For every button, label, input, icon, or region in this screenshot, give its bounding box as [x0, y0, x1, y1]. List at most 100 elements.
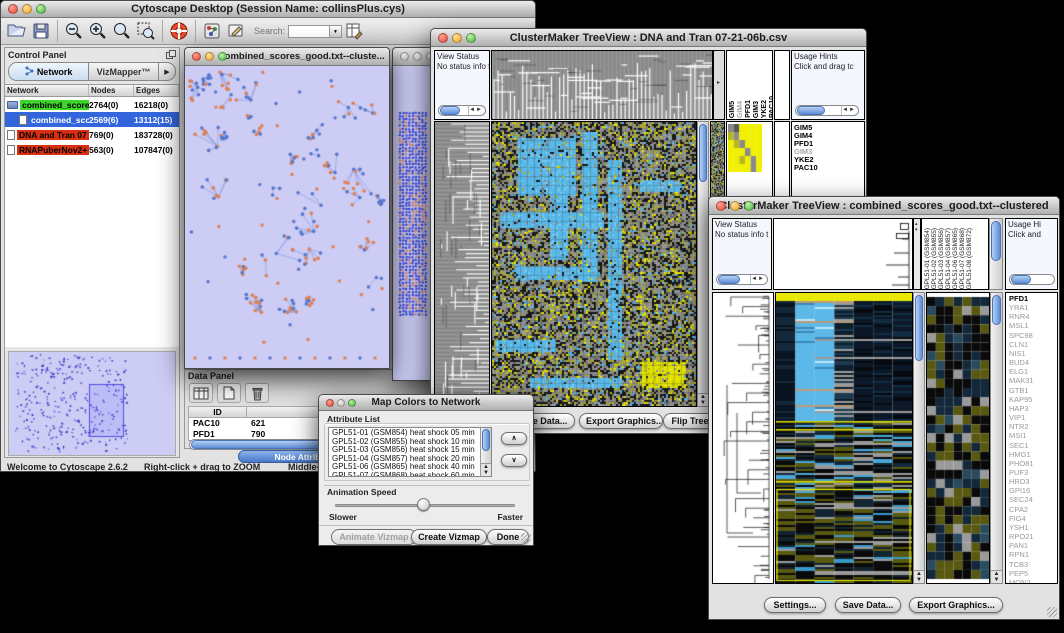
- tv2-tree-splitter[interactable]: ▴▾: [913, 218, 921, 290]
- gene-label[interactable]: HMG1: [1006, 450, 1057, 459]
- tv1-column-dendrogram[interactable]: [491, 50, 713, 120]
- scrollbar-arrows-icon[interactable]: ◄►: [841, 106, 858, 115]
- search-input[interactable]: [288, 25, 330, 38]
- gene-label[interactable]: PHO81: [1006, 459, 1057, 468]
- close-button[interactable]: [438, 33, 448, 43]
- zoom-fit-icon[interactable]: [110, 19, 134, 43]
- attribute-list-vscrollbar[interactable]: ▲▼: [480, 428, 491, 476]
- zoom-in-icon[interactable]: [86, 19, 110, 43]
- help-lifering-icon[interactable]: [167, 19, 191, 43]
- tv1-column-label[interactable]: YKE2: [761, 100, 768, 118]
- tv2-column-label[interactable]: GPL51-02 (GSM855): [931, 228, 938, 289]
- tv2-heatmap[interactable]: [775, 292, 913, 584]
- gene-label[interactable]: RPN1: [1006, 550, 1057, 559]
- network-canvas[interactable]: [185, 66, 389, 368]
- tv2-zoom-heatmap[interactable]: [926, 292, 990, 584]
- scrollbar-arrows-icon[interactable]: ▲▼: [481, 463, 491, 476]
- close-button[interactable]: [326, 399, 334, 407]
- open-folder-icon[interactable]: [5, 19, 29, 43]
- new-attribute-icon[interactable]: [217, 383, 241, 403]
- tv2-column-dendrogram[interactable]: [773, 218, 913, 290]
- scrollbar-arrows-icon[interactable]: ▲▼: [698, 393, 708, 406]
- delete-attribute-trash-icon[interactable]: [245, 383, 269, 403]
- annotation-icon[interactable]: [224, 19, 248, 43]
- dialog-titlebar[interactable]: Map Colors to Network: [319, 395, 533, 411]
- close-button[interactable]: [716, 201, 726, 211]
- close-button[interactable]: [8, 4, 18, 14]
- tv1-column-label[interactable]: PFD1: [745, 100, 752, 118]
- save-data-button[interactable]: Save Data...: [835, 597, 901, 613]
- network-tree-row[interactable]: combined_sco2569(6)13112(15): [5, 112, 179, 127]
- zoom-button[interactable]: [218, 52, 227, 61]
- minimize-button[interactable]: [337, 399, 345, 407]
- tv2-heatmap-vscrollbar[interactable]: ▲▼: [913, 292, 925, 584]
- network-overview-thumbnail[interactable]: [8, 351, 176, 456]
- tv2-zoom-vscrollbar[interactable]: ▲▼: [990, 292, 1003, 584]
- gene-label[interactable]: VIP1: [1006, 413, 1057, 422]
- gene-label[interactable]: NTR2: [1006, 422, 1057, 431]
- tab-overflow-button[interactable]: ▶: [159, 63, 175, 80]
- gene-label[interactable]: MAK31: [1006, 376, 1057, 385]
- minimize-button[interactable]: [730, 201, 740, 211]
- tab-vizmapper[interactable]: VizMapper™: [89, 63, 159, 80]
- tv2-hints-scrollbar[interactable]: [1009, 274, 1055, 285]
- tv2-column-label[interactable]: GPL51-04 (GSM857): [945, 228, 952, 289]
- move-down-button[interactable]: ∨: [501, 454, 527, 467]
- attribute-listbox[interactable]: GPL51-01 (GSM854) heat shock 05 minGPL51…: [328, 427, 492, 477]
- attribute-list-item[interactable]: GPL51-06 (GSM865) heat shock 40 min: [332, 463, 491, 472]
- gene-label[interactable]: RNR4: [1006, 312, 1057, 321]
- export-graphics-button[interactable]: Export Graphics...: [909, 597, 1003, 613]
- gene-label[interactable]: FIG4: [1006, 514, 1057, 523]
- zoom-button[interactable]: [36, 4, 46, 14]
- network-tree-row[interactable]: DNA and Tran 07769(0)183728(0): [5, 127, 179, 142]
- gene-label[interactable]: PUF3: [1006, 468, 1057, 477]
- main-titlebar[interactable]: Cytoscape Desktop (Session Name: collins…: [1, 1, 535, 18]
- gene-label[interactable]: BUD4: [1006, 358, 1057, 367]
- network-view-titlebar[interactable]: combined_scores_good.txt--cluste...: [185, 48, 389, 66]
- gene-label[interactable]: MSL1: [1006, 321, 1057, 330]
- minimize-button[interactable]: [452, 33, 462, 43]
- tv2-status-scrollbar[interactable]: ◄►: [716, 274, 768, 285]
- minimize-button[interactable]: [413, 52, 422, 61]
- gene-label[interactable]: PFD1: [1006, 294, 1057, 303]
- select-attributes-icon[interactable]: [189, 383, 213, 403]
- tv1-row-dendrogram[interactable]: [434, 121, 490, 407]
- network-tree-row[interactable]: RNAPuberNov2+563(0)107847(0): [5, 142, 179, 157]
- save-icon[interactable]: [29, 19, 53, 43]
- zoom-button[interactable]: [466, 33, 476, 43]
- tv1-column-label[interactable]: GIM5: [729, 101, 736, 118]
- gene-label[interactable]: GPI16: [1006, 486, 1057, 495]
- gene-label[interactable]: SEC24: [1006, 495, 1057, 504]
- treeview2-titlebar[interactable]: ClusterMaker TreeView : combined_scores_…: [709, 197, 1059, 215]
- attribute-list-item[interactable]: GPL51-07 (GSM868) heat shock 60 min: [332, 472, 491, 477]
- search-dropdown-arrow-icon[interactable]: ▼: [330, 25, 342, 38]
- gene-label[interactable]: NIS1: [1006, 349, 1057, 358]
- tab-network[interactable]: Network: [9, 63, 89, 80]
- gene-label[interactable]: HAP3: [1006, 404, 1057, 413]
- gene-label[interactable]: ELG1: [1006, 367, 1057, 376]
- settings-button[interactable]: Settings...: [764, 597, 826, 613]
- zoom-button[interactable]: [744, 201, 754, 211]
- gene-label[interactable]: KAP95: [1006, 395, 1057, 404]
- tv2-row-dendrogram[interactable]: [712, 292, 774, 584]
- tv1-heatmap[interactable]: [491, 121, 697, 407]
- gene-label[interactable]: CLN1: [1006, 340, 1057, 349]
- scrollbar-thumb[interactable]: [992, 295, 1001, 325]
- scrollbar-thumb[interactable]: [991, 221, 1001, 261]
- animation-speed-slider-thumb[interactable]: [417, 498, 430, 511]
- gene-label[interactable]: SPC98: [1006, 331, 1057, 340]
- tv1-label-splitter[interactable]: [774, 50, 790, 120]
- scrollbar-thumb[interactable]: [1011, 275, 1031, 284]
- network-tree-row[interactable]: combined_scores_2764(0)16218(0): [5, 97, 179, 112]
- float-panel-icon[interactable]: [166, 46, 176, 64]
- scrollbar-thumb[interactable]: [718, 275, 740, 284]
- gene-label[interactable]: HRD3: [1006, 477, 1057, 486]
- tv2-collabel-vscrollbar[interactable]: [989, 218, 1003, 290]
- gene-label[interactable]: PEP5: [1006, 569, 1057, 578]
- tv2-column-label[interactable]: GPL51-08 (GSM872): [966, 228, 973, 289]
- tv2-column-label[interactable]: GPL51-03 (GSM856): [938, 228, 945, 289]
- gene-label[interactable]: RPO21: [1006, 532, 1057, 541]
- scrollbar-thumb[interactable]: [482, 429, 490, 451]
- scrollbar-thumb[interactable]: [699, 124, 707, 182]
- gene-label[interactable]: YSH1: [1006, 523, 1057, 532]
